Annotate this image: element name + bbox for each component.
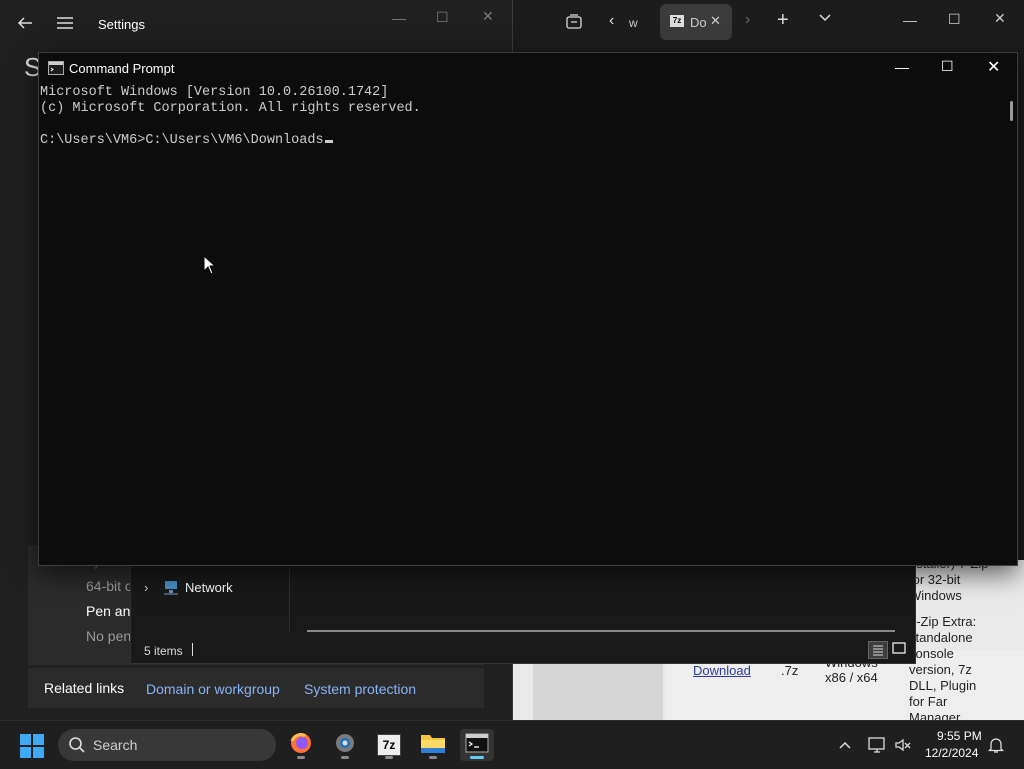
7zip-icon: 7z bbox=[377, 734, 401, 756]
expand-chevron-icon[interactable]: › bbox=[144, 580, 148, 595]
volume-muted-icon[interactable] bbox=[894, 736, 912, 759]
running-indicator bbox=[297, 756, 305, 759]
details-view-icon[interactable] bbox=[868, 641, 888, 659]
settings-row: No pen bbox=[86, 628, 132, 644]
tab-close-icon[interactable]: ✕ bbox=[710, 13, 721, 29]
minimize-icon[interactable]: — bbox=[903, 12, 917, 28]
text-cursor bbox=[324, 140, 333, 143]
nav-item-network[interactable]: Network bbox=[185, 580, 233, 595]
large-icons-view-icon[interactable] bbox=[891, 641, 907, 660]
running-indicator bbox=[429, 756, 437, 759]
close-icon[interactable]: ✕ bbox=[994, 10, 1006, 27]
system-protection-link[interactable]: System protection bbox=[304, 681, 416, 697]
search-placeholder: Search bbox=[93, 737, 138, 753]
tab-scroll-right-icon[interactable]: › bbox=[745, 11, 750, 29]
console-line: (c) Microsoft Corporation. All rights re… bbox=[40, 101, 421, 116]
command-prompt-window: Command Prompt — ☐ ✕ Microsoft Windows [… bbox=[38, 52, 1018, 566]
tab-actions-icon[interactable] bbox=[565, 13, 583, 36]
start-windows-icon[interactable] bbox=[20, 734, 44, 763]
network-status-icon[interactable] bbox=[868, 736, 886, 759]
clock-time[interactable]: 9:55 PM bbox=[937, 729, 982, 743]
tab-list-chevron-down-icon[interactable] bbox=[818, 11, 832, 30]
taskbar: Search 7z 9:55 PM 12/2/2024 bbox=[0, 720, 1024, 769]
notification-bell-icon[interactable] bbox=[987, 736, 1005, 759]
file-explorer-window: › Network 5 items bbox=[130, 560, 916, 664]
settings-titlebar: Settings — ☐ ✕ bbox=[0, 0, 512, 50]
running-indicator bbox=[385, 756, 393, 759]
maximize-icon[interactable]: ☐ bbox=[941, 58, 954, 75]
description-bottom-text: 7-Zip Extra: standalone console version,… bbox=[909, 614, 977, 720]
minimize-icon[interactable]: — bbox=[895, 59, 909, 75]
settings-title: Settings bbox=[98, 17, 145, 32]
console-prompt-text: C:\Users\VM6>C:\Users\VM6\Downloads bbox=[40, 133, 324, 148]
explorer-nav-pane bbox=[131, 561, 290, 633]
status-divider bbox=[192, 643, 193, 656]
mouse-pointer-icon bbox=[203, 254, 217, 280]
file-extension-cell: .7z bbox=[781, 663, 799, 678]
settings-taskbar-button[interactable] bbox=[328, 729, 362, 761]
clock-date[interactable]: 12/2/2024 bbox=[925, 746, 978, 760]
cmd-window-title: Command Prompt bbox=[69, 61, 175, 76]
7zip-favicon-icon: 7z bbox=[670, 15, 684, 27]
show-hidden-icons-chevron-up-icon[interactable] bbox=[838, 738, 852, 757]
download-link[interactable]: Download bbox=[693, 663, 751, 678]
description-cell-bottom: 7-Zip Extra: standalone console version,… bbox=[909, 614, 993, 720]
tab-scroll-left-icon[interactable]: ‹ bbox=[609, 12, 614, 30]
firefox-taskbar-button[interactable] bbox=[284, 729, 318, 761]
command-prompt-icon bbox=[465, 733, 489, 758]
command-prompt-icon bbox=[48, 61, 64, 75]
domain-workgroup-link[interactable]: Domain or workgroup bbox=[146, 681, 280, 697]
related-links-bar: Related links Domain or workgroup System… bbox=[28, 668, 484, 708]
search-icon bbox=[68, 736, 86, 757]
7zip-taskbar-button[interactable]: 7z bbox=[372, 729, 406, 761]
console-prompt-line: C:\Users\VM6>C:\Users\VM6\Downloads bbox=[40, 133, 1000, 149]
new-tab-icon[interactable]: + bbox=[777, 9, 789, 32]
command-prompt-taskbar-button[interactable] bbox=[460, 729, 494, 761]
console-line-empty bbox=[40, 117, 1000, 133]
running-indicator bbox=[341, 756, 349, 759]
taskbar-search-box[interactable]: Search bbox=[58, 729, 276, 761]
status-item-count: 5 items bbox=[144, 644, 183, 658]
tab-prefix-label[interactable]: w bbox=[629, 16, 638, 30]
maximize-icon[interactable]: ☐ bbox=[948, 11, 961, 28]
close-icon[interactable]: ✕ bbox=[482, 8, 494, 25]
console-output[interactable]: Microsoft Windows [Version 10.0.26100.17… bbox=[39, 83, 1000, 565]
network-icon bbox=[163, 579, 179, 598]
browser-tab-label: Do bbox=[690, 15, 707, 30]
cmd-titlebar[interactable]: Command Prompt — ☐ ✕ bbox=[39, 53, 1017, 83]
minimize-icon[interactable]: — bbox=[392, 10, 406, 26]
file-explorer-icon bbox=[420, 732, 446, 759]
browser-tab-active[interactable]: 7z Do ✕ bbox=[660, 4, 732, 40]
maximize-icon[interactable]: ☐ bbox=[436, 9, 449, 26]
file-explorer-taskbar-button[interactable] bbox=[416, 729, 450, 761]
console-line: Microsoft Windows [Version 10.0.26100.17… bbox=[40, 85, 389, 100]
close-icon[interactable]: ✕ bbox=[987, 57, 1000, 77]
hamburger-menu-icon[interactable] bbox=[56, 15, 74, 36]
vertical-scrollbar-thumb[interactable] bbox=[1010, 101, 1013, 121]
settings-row: 64-bit o bbox=[86, 578, 133, 594]
horizontal-scrollbar[interactable] bbox=[307, 630, 895, 632]
related-links-label: Related links bbox=[44, 680, 125, 696]
active-indicator bbox=[470, 756, 484, 759]
back-arrow-icon[interactable] bbox=[16, 14, 34, 37]
